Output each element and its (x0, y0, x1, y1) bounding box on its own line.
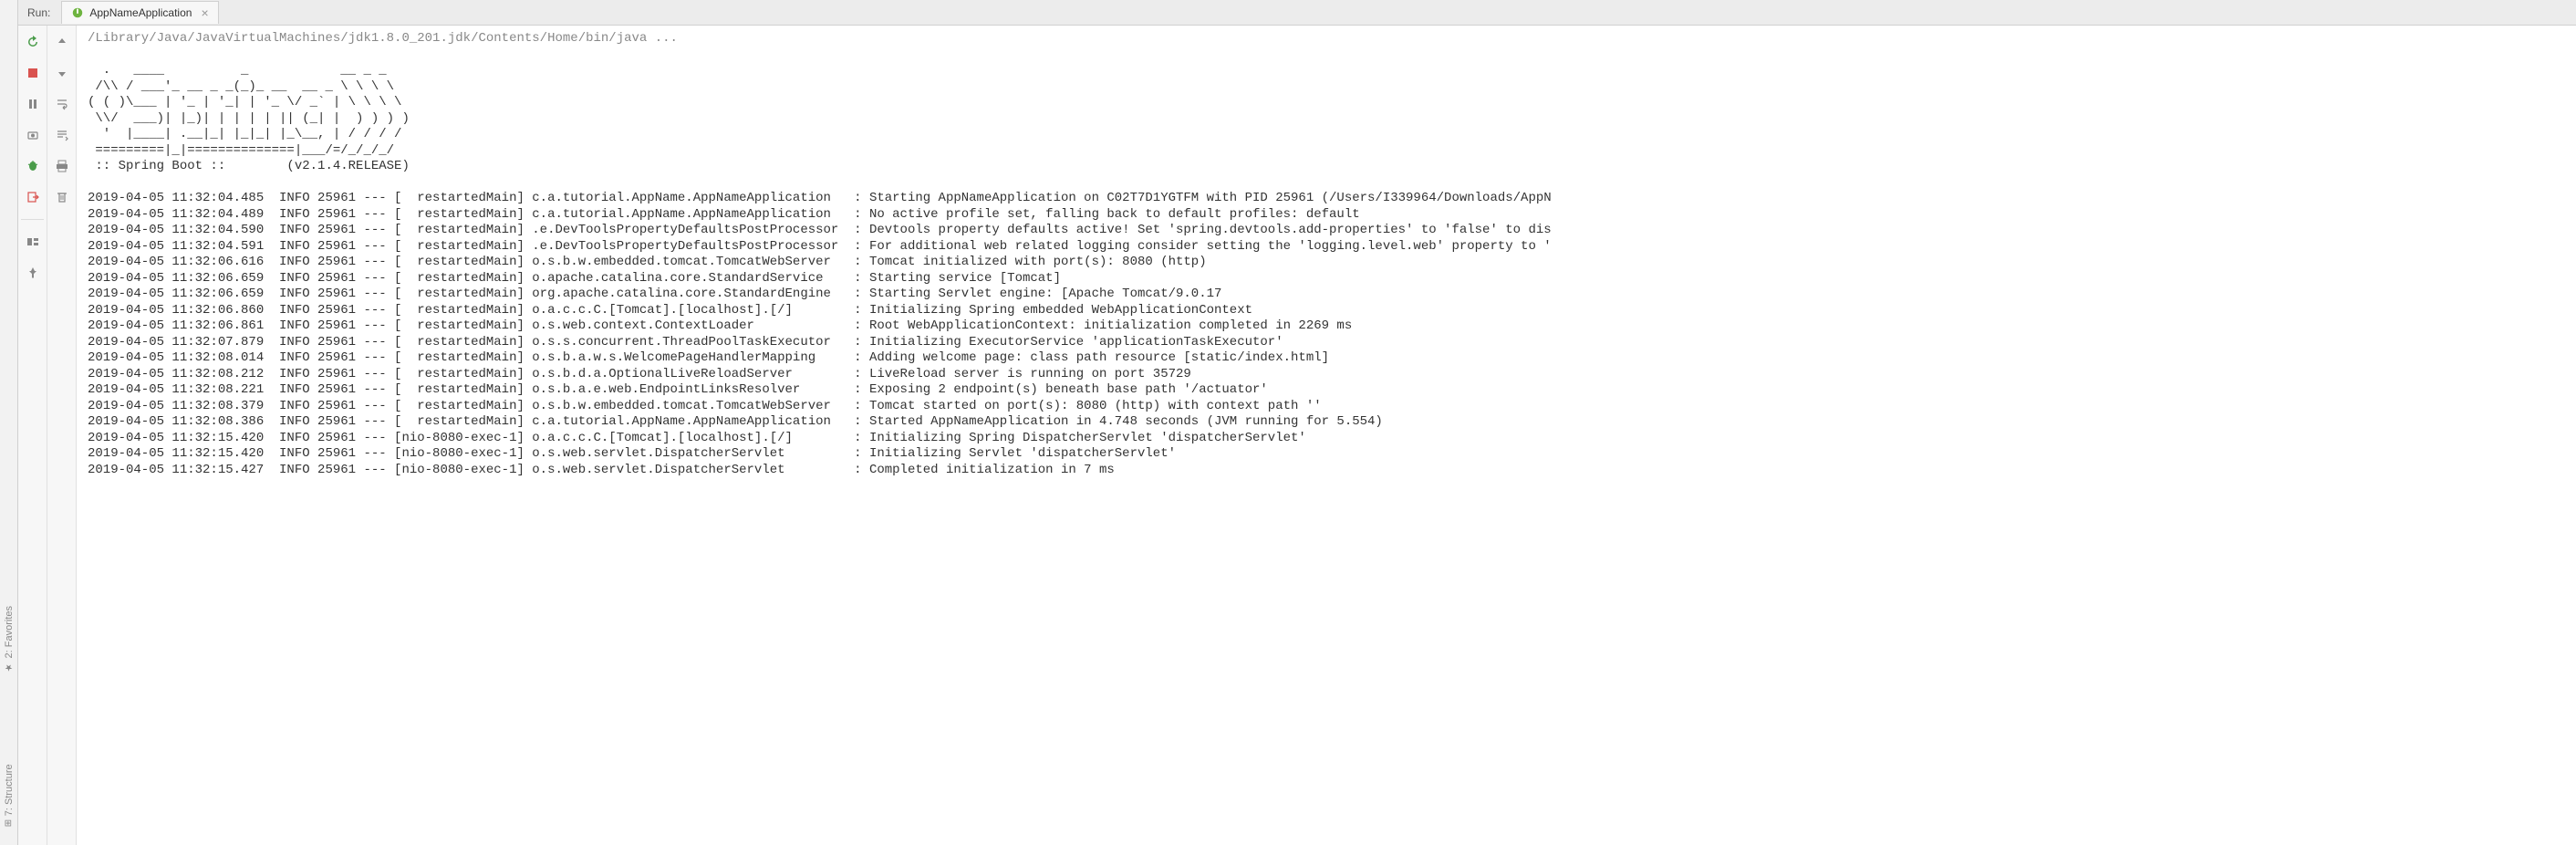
clear-all-button[interactable] (53, 188, 71, 206)
run-config-tab[interactable]: AppNameApplication × (61, 1, 218, 24)
rerun-button[interactable] (24, 33, 42, 51)
run-toolbar-left (18, 26, 47, 845)
log-line: 2019-04-05 11:32:15.420 INFO 25961 --- [… (88, 446, 1176, 461)
spring-banner-line: :: Spring Boot :: (v2.1.4.RELEASE) (88, 159, 410, 173)
soft-wrap-button[interactable] (53, 95, 71, 113)
tab-close-icon[interactable]: × (201, 5, 208, 20)
log-line: 2019-04-05 11:32:04.489 INFO 25961 --- [… (88, 207, 1360, 222)
spring-banner-line: =========|_|==============|___/=/_/_/_/ (88, 143, 394, 158)
spring-boot-icon (71, 6, 84, 19)
log-line: 2019-04-05 11:32:08.014 INFO 25961 --- [… (88, 350, 1329, 365)
log-line: 2019-04-05 11:32:15.427 INFO 25961 --- [… (88, 463, 1115, 477)
console-output[interactable]: /Library/Java/JavaVirtualMachines/jdk1.8… (77, 26, 2576, 845)
log-line: 2019-04-05 11:32:04.485 INFO 25961 --- [… (88, 191, 1552, 205)
spring-banner-line: ' |____| .__|_| |_|_| |_\__, | / / / / (88, 127, 401, 141)
log-line: 2019-04-05 11:32:08.386 INFO 25961 --- [… (88, 414, 1383, 429)
pause-button[interactable] (24, 95, 42, 113)
tab-bar: Run: AppNameApplication × (18, 0, 2576, 26)
tool-window-favorites-label: 2: Favorites (4, 606, 15, 658)
structure-icon (4, 819, 15, 827)
tool-window-structure[interactable]: 7: Structure (4, 764, 15, 827)
spring-banner-line: \\/ ___)| |_)| | | | | || (_| | ) ) ) ) (88, 111, 410, 126)
log-line: 2019-04-05 11:32:07.879 INFO 25961 --- [… (88, 335, 1283, 349)
spring-banner-line: . ____ _ __ _ _ (88, 63, 387, 78)
log-line: 2019-04-05 11:32:04.591 INFO 25961 --- [… (88, 239, 1552, 254)
scroll-to-end-button[interactable] (53, 126, 71, 144)
debug-update-button[interactable] (24, 157, 42, 175)
scroll-down-button[interactable] (53, 64, 71, 82)
log-line: 2019-04-05 11:32:06.860 INFO 25961 --- [… (88, 303, 1252, 318)
tool-window-structure-label: 7: Structure (4, 764, 15, 816)
scroll-up-button[interactable] (53, 33, 71, 51)
stop-button[interactable] (24, 64, 42, 82)
pin-button[interactable] (24, 264, 42, 282)
star-icon (4, 662, 15, 673)
log-line: 2019-04-05 11:32:06.616 INFO 25961 --- [… (88, 255, 1207, 269)
tool-window-favorites[interactable]: 2: Favorites (4, 606, 15, 672)
print-button[interactable] (53, 157, 71, 175)
run-content: /Library/Java/JavaVirtualMachines/jdk1.8… (18, 26, 2576, 845)
left-tool-window-bar: 2: Favorites 7: Structure (0, 0, 18, 845)
console-toolbar (47, 26, 77, 845)
run-config-tab-label: AppNameApplication (89, 6, 192, 19)
spring-banner-line: ( ( )\___ | '_ | '_| | '_ \/ _` | \ \ \ … (88, 95, 401, 110)
log-line: 2019-04-05 11:32:08.221 INFO 25961 --- [… (88, 382, 1268, 397)
spring-banner-line: /\\ / ___'_ __ _ _(_)_ __ __ _ \ \ \ \ (88, 79, 394, 94)
log-line: 2019-04-05 11:32:08.379 INFO 25961 --- [… (88, 399, 1322, 413)
run-tool-window: Run: AppNameApplication × (18, 0, 2576, 845)
run-label: Run: (27, 6, 50, 19)
layout-button[interactable] (24, 233, 42, 251)
log-line: 2019-04-05 11:32:15.420 INFO 25961 --- [… (88, 431, 1306, 445)
log-line: 2019-04-05 11:32:06.659 INFO 25961 --- [… (88, 271, 1061, 286)
log-line: 2019-04-05 11:32:04.590 INFO 25961 --- [… (88, 223, 1552, 237)
dump-threads-button[interactable] (24, 126, 42, 144)
log-line: 2019-04-05 11:32:06.861 INFO 25961 --- [… (88, 318, 1352, 333)
exit-button[interactable] (24, 188, 42, 206)
log-line: 2019-04-05 11:32:08.212 INFO 25961 --- [… (88, 367, 1191, 381)
command-line: /Library/Java/JavaVirtualMachines/jdk1.8… (88, 31, 678, 46)
log-line: 2019-04-05 11:32:06.659 INFO 25961 --- [… (88, 287, 1221, 301)
